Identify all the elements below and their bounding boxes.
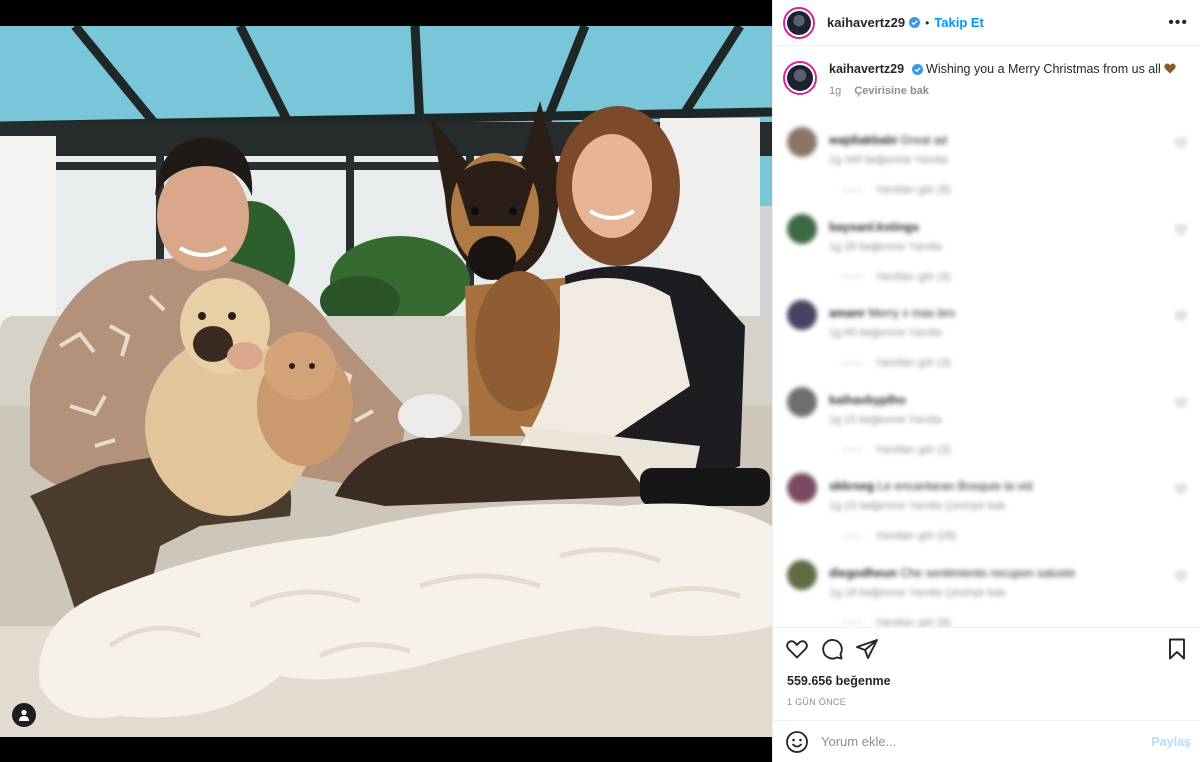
avatar[interactable] bbox=[787, 127, 817, 157]
comment-item: wajdiakbabi Great ad 1g 340 beğenme Yanı… bbox=[783, 127, 1189, 214]
header-username[interactable]: kaihavertz29 bbox=[827, 15, 905, 30]
comment-like-icon[interactable] bbox=[1175, 310, 1187, 322]
view-replies-link[interactable]: Yanıtları gör (4) bbox=[841, 271, 951, 283]
tagged-users-button[interactable] bbox=[12, 703, 36, 727]
comment-username[interactable]: diegodheun bbox=[829, 566, 897, 580]
post-actions: 559.656 beğenme 1 GÜN ÖNCE bbox=[773, 627, 1200, 720]
heart-icon[interactable] bbox=[785, 637, 809, 661]
comment-username[interactable]: kaihavbyplho bbox=[829, 393, 906, 407]
post-caption: kaihavertz29 Wishing you a Merry Christm… bbox=[783, 61, 1189, 99]
post-timestamp: 1 GÜN ÖNCE bbox=[787, 697, 847, 707]
avatar[interactable] bbox=[783, 6, 815, 39]
comment-item: diegodheun Che sentimiento recupon salus… bbox=[783, 559, 1189, 628]
comment-text: Le encantaran Bosquie la vid bbox=[877, 479, 1033, 493]
view-replies-link[interactable]: Yanıtları gör (9) bbox=[841, 617, 951, 628]
comment-like-icon[interactable] bbox=[1175, 397, 1187, 409]
comment-item: skkrseg Le encantaran Bosquie la vid 1g … bbox=[783, 473, 1189, 560]
caption-username[interactable]: kaihavertz29 bbox=[829, 62, 904, 76]
emoji-icon[interactable] bbox=[785, 730, 809, 754]
comment-text: Che sentimiento recupon saluste bbox=[900, 565, 1076, 580]
comment-item: amanr Merry x mas bro 1g 65 beğenme Yanı… bbox=[783, 300, 1189, 387]
comment-text: Great ad bbox=[900, 133, 948, 147]
post-comment-button[interactable]: Paylaş bbox=[1151, 735, 1191, 749]
post-media[interactable] bbox=[0, 0, 772, 762]
view-replies-link[interactable]: Yanıtları gör (3) bbox=[841, 444, 951, 456]
comment-like-icon[interactable] bbox=[1175, 224, 1187, 236]
comment-input[interactable] bbox=[821, 734, 1152, 749]
more-options-icon[interactable]: ••• bbox=[1168, 14, 1188, 32]
separator-dot: • bbox=[925, 15, 930, 30]
avatar[interactable] bbox=[787, 300, 817, 330]
view-replies-link[interactable]: Yanıtları gör (8) bbox=[841, 184, 951, 196]
comment-meta: 1g 340 beğenme Yanıtla bbox=[829, 154, 948, 166]
comment-composer: Paylaş bbox=[773, 720, 1200, 762]
comment-meta: 1g 65 beğenme Yanıtla bbox=[829, 327, 942, 339]
comment-meta: 1g 28 beğenme Yanıtla bbox=[829, 240, 942, 253]
comment-meta: 1g 15 beğenme Yanıtla bbox=[829, 413, 942, 426]
likes-count[interactable]: 559.656 beğenme bbox=[785, 674, 1189, 688]
see-translation-link[interactable]: Çevirisine bak bbox=[854, 85, 929, 97]
comment-username[interactable]: skkrseg bbox=[829, 479, 874, 493]
avatar[interactable] bbox=[787, 386, 817, 417]
comment-item: kaihavbyplho 1g 15 beğenme Yanıtla Yanıt… bbox=[783, 386, 1189, 474]
avatar[interactable] bbox=[787, 473, 817, 503]
caption-text: Wishing you a Merry Christmas from us al… bbox=[926, 62, 1161, 76]
comment-username[interactable]: wajdiakbabi bbox=[829, 133, 897, 147]
bookmark-icon[interactable] bbox=[1165, 637, 1189, 661]
comment-like-icon[interactable] bbox=[1175, 570, 1187, 582]
avatar[interactable] bbox=[787, 213, 817, 244]
view-replies-link[interactable]: Yanıtları gör (3) bbox=[841, 357, 951, 369]
user-icon bbox=[19, 709, 29, 721]
caption-avatar[interactable] bbox=[783, 61, 817, 95]
post-photo bbox=[0, 26, 772, 737]
comment-item: baysanl.kstings 1g 28 beğenme Yanıtla Ya… bbox=[783, 213, 1189, 301]
comment-like-icon[interactable] bbox=[1175, 483, 1187, 495]
comment-meta: 1g 23 beğenme Yanıtla Çeviriye bak bbox=[829, 500, 1006, 512]
comment-meta: 1g 18 beğenme Yanıtla Çeviriye bak bbox=[829, 586, 1006, 599]
comments-list[interactable]: kaihavertz29 Wishing you a Merry Christm… bbox=[773, 47, 1200, 627]
follow-button[interactable]: Takip Et bbox=[934, 15, 984, 30]
comment-username[interactable]: amanr bbox=[829, 306, 865, 320]
view-replies-link[interactable]: Yanıtları gör (28) bbox=[841, 530, 957, 542]
comment-text: Merry x mas bro bbox=[868, 306, 956, 320]
post-header: kaihavertz29 • Takip Et ••• bbox=[773, 0, 1200, 46]
post-side-panel: kaihavertz29 • Takip Et ••• kaihavertz29… bbox=[772, 0, 1200, 762]
comment-icon[interactable] bbox=[820, 637, 844, 661]
caption-time: 1g bbox=[829, 85, 842, 97]
brown-heart-icon bbox=[1164, 63, 1176, 74]
verified-badge-icon bbox=[909, 17, 921, 28]
avatar[interactable] bbox=[787, 559, 817, 590]
verified-badge-icon bbox=[911, 64, 923, 76]
comment-username[interactable]: baysanl.kstings bbox=[829, 220, 919, 234]
comment-like-icon[interactable] bbox=[1175, 137, 1187, 149]
share-icon[interactable] bbox=[855, 637, 879, 661]
